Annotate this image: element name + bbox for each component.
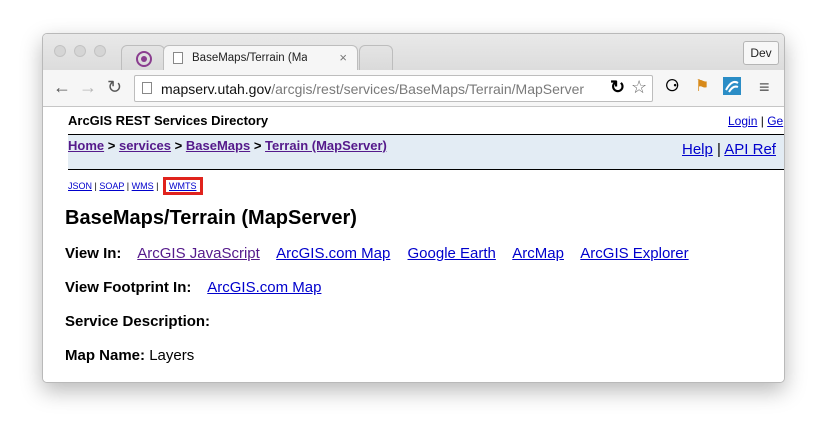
login-links: Login | Ge (728, 114, 783, 128)
tab-strip: BaseMaps/Terrain (MapServer) × Dev (43, 34, 784, 70)
forward-arrow-icon[interactable]: → (79, 77, 97, 97)
separator: | (126, 181, 130, 191)
json-link[interactable]: JSON (68, 181, 92, 191)
browser-toolbar: ← → ↻ mapserv.utah.gov/arcgis/rest/servi… (43, 70, 784, 107)
refresh-extension-icon[interactable]: ↻ (610, 77, 625, 97)
wms-link[interactable]: WMS (132, 181, 154, 191)
view-in-arcgis-explorer-link[interactable]: ArcGIS Explorer (580, 245, 688, 262)
page-icon (173, 52, 183, 64)
tab-active[interactable]: BaseMaps/Terrain (MapServer) × (163, 45, 358, 70)
get-token-link[interactable]: Ge (767, 114, 783, 128)
help-links: Help | API Ref (682, 141, 776, 158)
breadcrumb-sep: > (174, 138, 183, 153)
service-description-label: Service Description: (65, 313, 211, 330)
api-reference-link[interactable]: API Ref (724, 141, 776, 158)
view-footprint-row: View Footprint In: ArcGIS.com Map (65, 279, 334, 296)
zoom-window-button[interactable] (94, 45, 106, 57)
address-bar[interactable]: mapserv.utah.gov/arcgis/rest/services/Ba… (134, 75, 653, 102)
breadcrumb: Home > services > BaseMaps > Terrain (Ma… (68, 138, 387, 153)
separator: | (760, 114, 764, 128)
view-in-arcmap-link[interactable]: ArcMap (512, 245, 564, 262)
page-title: BaseMaps/Terrain (MapServer) (65, 207, 357, 229)
extension-icon[interactable] (723, 77, 741, 101)
breadcrumb-basemaps[interactable]: BaseMaps (186, 138, 250, 153)
footprint-arcgis-com-map-link[interactable]: ArcGIS.com Map (207, 279, 321, 296)
soap-link[interactable]: SOAP (99, 181, 124, 191)
help-link[interactable]: Help (682, 141, 713, 158)
new-tab-button[interactable] (359, 45, 393, 70)
extension-icon[interactable]: ⚑ (695, 77, 709, 97)
format-links: JSON | SOAP | WMS | WMTS (68, 177, 203, 195)
extension-icon[interactable]: ⚆ (665, 77, 679, 97)
view-in-arcgis-javascript-link[interactable]: ArcGIS JavaScript (137, 245, 260, 262)
map-name-row: Map Name: Layers (65, 347, 194, 364)
url-host: mapserv.utah.gov (161, 81, 272, 97)
menu-icon[interactable]: ≡ (759, 77, 770, 97)
minimize-window-button[interactable] (74, 45, 86, 57)
breadcrumb-terrain[interactable]: Terrain (MapServer) (265, 138, 387, 153)
breadcrumb-home[interactable]: Home (68, 138, 104, 153)
url-path: /arcgis/rest/services/BaseMaps/Terrain/M… (271, 81, 585, 97)
breadcrumb-sep: > (107, 138, 116, 153)
map-name-value: Layers (149, 347, 195, 364)
tab-title: BaseMaps/Terrain (MapServer) (192, 52, 307, 64)
separator: | (156, 181, 159, 191)
page-content: ArcGIS REST Services Directory Login | G… (43, 107, 784, 382)
view-in-arcgis-com-map-link[interactable]: ArcGIS.com Map (276, 245, 390, 262)
directory-title: ArcGIS REST Services Directory (68, 113, 269, 128)
breadcrumb-bar: Home > services > BaseMaps > Terrain (Ma… (68, 135, 784, 169)
separator: | (94, 181, 97, 191)
breadcrumb-services[interactable]: services (119, 138, 171, 153)
service-description-row: Service Description: (65, 313, 210, 330)
tab-extension[interactable] (121, 45, 165, 70)
divider (68, 169, 784, 170)
flower-icon (136, 51, 152, 67)
back-arrow-icon[interactable]: ← (53, 77, 71, 97)
browser-window: BaseMaps/Terrain (MapServer) × Dev ← → ↻… (42, 33, 785, 383)
star-icon[interactable]: ☆ (631, 77, 647, 97)
dev-profile-button[interactable]: Dev (743, 41, 779, 65)
view-in-label: View In: (65, 245, 122, 262)
close-window-button[interactable] (54, 45, 66, 57)
map-name-label: Map Name: (65, 347, 146, 364)
wave-icon (723, 77, 741, 95)
view-in-row: View In: ArcGIS JavaScript ArcGIS.com Ma… (65, 245, 702, 262)
reload-icon[interactable]: ↻ (107, 77, 122, 97)
breadcrumb-sep: > (253, 138, 262, 153)
tab-close-icon[interactable]: × (339, 50, 347, 65)
view-in-google-earth-link[interactable]: Google Earth (408, 245, 496, 262)
wmts-link[interactable]: WMTS (169, 181, 197, 191)
page-icon (142, 82, 152, 94)
separator: | (717, 141, 721, 158)
wmts-highlight-box: WMTS (163, 177, 203, 195)
url-text[interactable]: mapserv.utah.gov/arcgis/rest/services/Ba… (161, 81, 584, 97)
login-link[interactable]: Login (728, 114, 757, 128)
view-footprint-label: View Footprint In: (65, 279, 192, 296)
